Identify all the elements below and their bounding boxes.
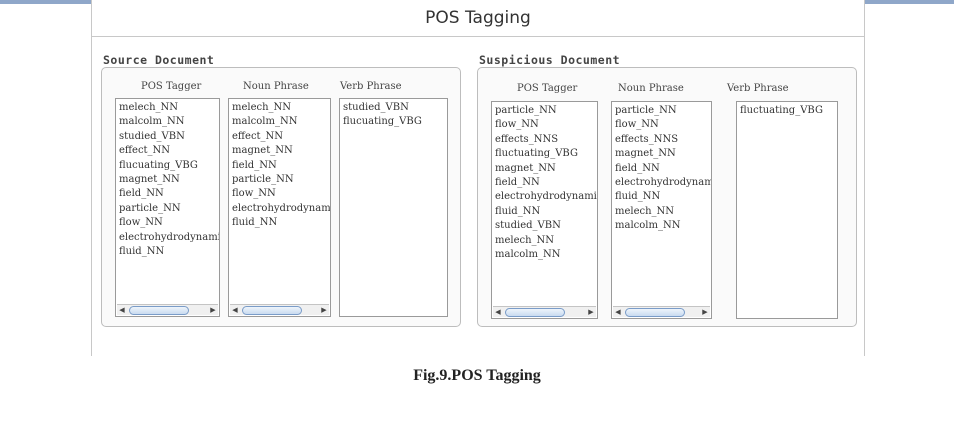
scrollbar-thumb[interactable]	[505, 308, 565, 317]
list-items: studied_VBN flucuating_VBG	[340, 99, 447, 132]
list-item[interactable]: studied_VBN	[119, 130, 216, 144]
list-item[interactable]: field_NN	[119, 187, 216, 201]
list-item[interactable]: fluid_NN	[119, 245, 216, 259]
list-item[interactable]: studied_VBN	[343, 101, 444, 115]
list-item[interactable]: flow_NN	[232, 187, 327, 201]
suspicious-document-group: POS Tagger Noun Phrase Verb Phrase parti…	[477, 67, 857, 327]
list-item[interactable]: electrohydrodynamics_NNS	[615, 176, 711, 190]
list-item[interactable]: particle_NN	[495, 104, 594, 118]
source-verb-phrase-header: Verb Phrase	[340, 81, 402, 92]
pos-tagging-window: POS Tagging Source Document POS Tagger N…	[91, 0, 865, 356]
list-items: melech_NN malcolm_NN studied_VBN effect_NN f…	[116, 99, 219, 261]
list-item[interactable]: magnet_NN	[615, 147, 708, 161]
list-item[interactable]: flucuating_VBG	[343, 115, 444, 129]
suspicious-noun-phrase-list[interactable]: particle_NN flow_NN effects_NNS magnet_NN fi…	[611, 101, 712, 319]
list-item[interactable]: melech_NN	[119, 101, 216, 115]
list-item[interactable]: effects_NNS	[615, 133, 708, 147]
list-item[interactable]: electrohydrodynamics_NNS	[119, 231, 219, 245]
scroll-right-icon[interactable]: ▶	[586, 307, 596, 317]
list-item[interactable]: magnet_NN	[119, 173, 216, 187]
scrollbar-thumb[interactable]	[625, 308, 685, 317]
suspicious-document-label: Suspicious Document	[479, 53, 621, 67]
list-item[interactable]: effect_NN	[232, 130, 327, 144]
list-item[interactable]: particle_NN	[615, 104, 708, 118]
list-item[interactable]: field_NN	[615, 162, 708, 176]
list-item[interactable]: magnet_NN	[232, 144, 327, 158]
list-item[interactable]: flow_NN	[495, 118, 594, 132]
scroll-left-icon[interactable]: ◀	[117, 305, 127, 315]
suspicious-pos-tagger-header: POS Tagger	[517, 83, 578, 94]
list-item[interactable]: particle_NN	[232, 173, 327, 187]
scroll-right-icon[interactable]: ▶	[319, 305, 329, 315]
list-item[interactable]: flow_NN	[119, 216, 216, 230]
title-divider	[92, 36, 864, 37]
scroll-left-icon[interactable]: ◀	[493, 307, 503, 317]
list-item[interactable]: particle_NN	[119, 202, 216, 216]
list-item[interactable]: malcolm_NN	[615, 219, 708, 233]
list-item[interactable]: melech_NN	[495, 234, 594, 248]
suspicious-noun-phrase-header: Noun Phrase	[618, 83, 684, 94]
list-item[interactable]: fluctuating_VBG	[495, 147, 594, 161]
list-item[interactable]: malcolm_NN	[495, 248, 594, 262]
list-item[interactable]: magnet_NN	[495, 162, 594, 176]
horizontal-scrollbar[interactable]: ◀ ▶	[613, 306, 710, 317]
list-item[interactable]: melech_NN	[232, 101, 327, 115]
suspicious-verb-phrase-list[interactable]: fluctuating_VBG	[736, 101, 838, 319]
scroll-right-icon[interactable]: ▶	[700, 307, 710, 317]
list-items: melech_NN malcolm_NN effect_NN magnet_NN fie…	[229, 99, 330, 233]
source-document-group: POS Tagger Noun Phrase Verb Phrase melec…	[101, 67, 461, 327]
scroll-right-icon[interactable]: ▶	[208, 305, 218, 315]
list-item[interactable]: flow_NN	[615, 118, 708, 132]
list-item[interactable]: electrohydrodynamics_NNS	[232, 202, 330, 216]
list-item[interactable]: fluid_NN	[615, 190, 708, 204]
scrollbar-thumb[interactable]	[242, 306, 302, 315]
list-items: particle_NN flow_NN effects_NNS fluctuating…	[492, 102, 597, 264]
list-item[interactable]: fluid_NN	[232, 216, 327, 230]
list-item[interactable]: electrohydrodynamics_NNS	[495, 190, 597, 204]
figure-caption: Fig.9.POS Tagging	[413, 367, 541, 384]
window-title: POS Tagging	[425, 8, 531, 28]
scroll-left-icon[interactable]: ◀	[613, 307, 623, 317]
list-item[interactable]: malcolm_NN	[119, 115, 216, 129]
suspicious-verb-phrase-header: Verb Phrase	[727, 83, 789, 94]
source-noun-phrase-header: Noun Phrase	[243, 81, 309, 92]
list-item[interactable]: malcolm_NN	[232, 115, 327, 129]
scrollbar-thumb[interactable]	[129, 306, 189, 315]
list-item[interactable]: effects_NNS	[495, 133, 594, 147]
source-pos-tagger-header: POS Tagger	[141, 81, 202, 92]
horizontal-scrollbar[interactable]: ◀ ▶	[117, 304, 218, 315]
list-item[interactable]: studied_VBN	[495, 219, 594, 233]
horizontal-scrollbar[interactable]: ◀ ▶	[493, 306, 596, 317]
list-item[interactable]: melech_NN	[615, 205, 708, 219]
list-item[interactable]: fluctuating_VBG	[740, 104, 834, 118]
suspicious-pos-tagger-list[interactable]: particle_NN flow_NN effects_NNS fluctuating…	[491, 101, 598, 319]
list-item[interactable]: effect_NN	[119, 144, 216, 158]
source-verb-phrase-list[interactable]: studied_VBN flucuating_VBG	[339, 98, 448, 317]
list-item[interactable]: field_NN	[495, 176, 594, 190]
source-noun-phrase-list[interactable]: melech_NN malcolm_NN effect_NN magnet_NN fie…	[228, 98, 331, 317]
list-items: particle_NN flow_NN effects_NNS magnet_NN fi…	[612, 102, 711, 236]
list-items: fluctuating_VBG	[737, 102, 837, 120]
list-item[interactable]: fluid_NN	[495, 205, 594, 219]
source-pos-tagger-list[interactable]: melech_NN malcolm_NN studied_VBN effect_NN f…	[115, 98, 220, 317]
list-item[interactable]: flucuating_VBG	[119, 159, 216, 173]
list-item[interactable]: field_NN	[232, 159, 327, 173]
source-document-label: Source Document	[103, 53, 215, 67]
scroll-left-icon[interactable]: ◀	[230, 305, 240, 315]
horizontal-scrollbar[interactable]: ◀ ▶	[230, 304, 329, 315]
